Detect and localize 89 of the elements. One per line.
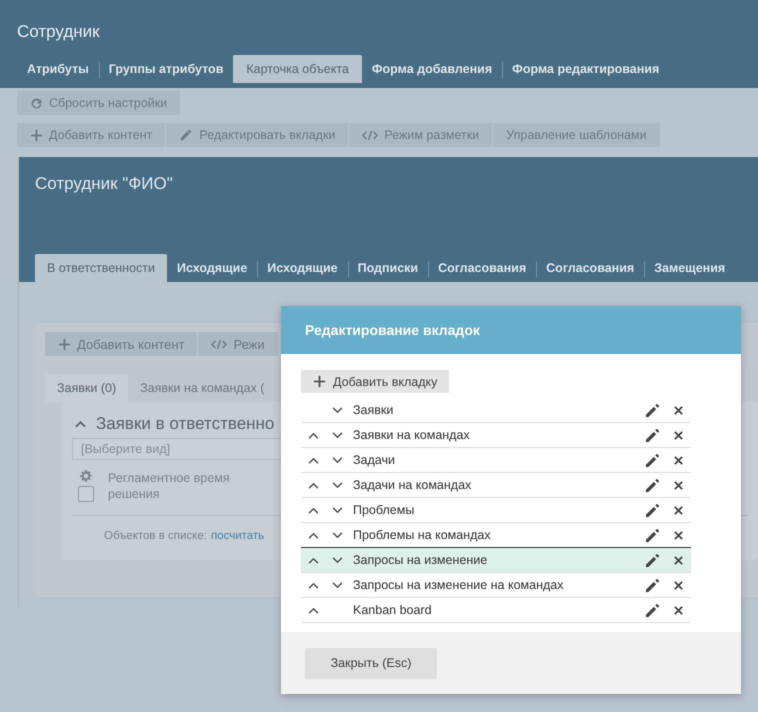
chevron-up-icon	[75, 420, 86, 428]
tab[interactable]: Замещения	[644, 254, 736, 282]
tab[interactable]: Заявки (0)	[45, 374, 128, 402]
chevron-up-icon[interactable]	[308, 532, 318, 538]
toolbar-button[interactable]: Добавить контент	[17, 123, 166, 147]
pencil-icon[interactable]	[645, 578, 660, 592]
tab-row[interactable]: Задачи	[301, 448, 691, 473]
close-icon[interactable]	[674, 456, 683, 464]
tab[interactable]: Согласования	[536, 254, 644, 282]
toolbar-button[interactable]: Режим разметки	[349, 123, 492, 147]
toolbar-button[interactable]: Управление шаблонами	[493, 123, 660, 147]
tab[interactable]: Заявки на командах (	[128, 374, 276, 402]
refresh-icon	[30, 96, 43, 110]
code-icon	[362, 128, 378, 142]
code-icon	[211, 338, 228, 350]
list-count-label: Объектов в списке:	[104, 530, 207, 542]
pencil-icon[interactable]	[645, 478, 660, 492]
tab[interactable]: Согласования	[428, 254, 536, 282]
chevron-down-icon[interactable]	[332, 456, 342, 464]
chevron-up-icon[interactable]	[308, 556, 318, 564]
pencil-icon[interactable]	[645, 402, 660, 418]
tab[interactable]: В ответственности	[35, 254, 167, 282]
close-icon[interactable]	[674, 530, 683, 540]
close-icon[interactable]	[674, 506, 683, 514]
tab-row[interactable]: Запросы на изменение	[301, 547, 691, 573]
chevron-down-icon[interactable]	[332, 432, 342, 438]
chevron-up-icon[interactable]	[308, 582, 318, 588]
pencil-icon[interactable]	[645, 428, 660, 442]
tab[interactable]: Атрибуты	[17, 55, 99, 83]
pencil-icon[interactable]	[645, 552, 660, 568]
toolbar-button[interactable]: Режи	[198, 332, 278, 356]
tab-row[interactable]: Запросы на изменение на командах	[301, 573, 691, 598]
page-title: Сотрудник	[17, 22, 101, 43]
tab-row[interactable]: Kanban board	[301, 598, 691, 623]
tab[interactable]: Форма редактирования	[502, 55, 670, 83]
toolbar-button[interactable]: Добавить контент	[45, 332, 198, 356]
close-icon[interactable]	[674, 480, 683, 490]
add-tab-button[interactable]: Добавить вкладку	[301, 370, 450, 393]
tab[interactable]: Исходящие	[166, 254, 258, 282]
tab-name: Проблемы	[352, 503, 416, 517]
pencil-icon[interactable]	[645, 502, 660, 518]
pencil-icon[interactable]	[645, 528, 660, 542]
chevron-up-icon[interactable]	[308, 456, 318, 464]
tab-name: Заявки	[352, 403, 394, 417]
tab[interactable]: Исходящие	[257, 254, 348, 282]
tab-row[interactable]: Заявки	[301, 398, 691, 423]
chevron-down-icon[interactable]	[332, 556, 342, 564]
tab-name: Задачи на командах	[352, 478, 472, 492]
close-icon[interactable]	[674, 606, 683, 614]
chevron-up-icon[interactable]	[308, 432, 318, 438]
tab[interactable]: Карточка объекта	[233, 55, 362, 83]
chevron-down-icon[interactable]	[332, 506, 342, 514]
column-header: Регламентное время решения	[108, 470, 231, 503]
tab[interactable]: Форма добавления	[362, 55, 502, 83]
pencil-icon	[179, 128, 194, 142]
chevron-down-icon[interactable]	[332, 406, 342, 414]
tab-row[interactable]: Проблемы	[301, 498, 691, 523]
checkbox[interactable]	[78, 486, 94, 502]
tab[interactable]: Группы атрибутов	[98, 55, 234, 83]
tab-name: Запросы на изменение	[352, 553, 488, 567]
pencil-icon[interactable]	[645, 602, 660, 618]
pencil-icon[interactable]	[645, 452, 660, 468]
chevron-up-icon[interactable]	[308, 506, 318, 514]
chevron-up-icon[interactable]	[308, 606, 318, 614]
plus-icon	[58, 338, 71, 350]
list-title: Заявки в ответственно	[96, 414, 274, 434]
chevron-down-icon[interactable]	[332, 532, 342, 538]
card-title: Сотрудник "ФИО"	[35, 174, 174, 194]
dialog-title: Редактирование вкладок	[305, 322, 480, 338]
plus-icon	[313, 375, 326, 388]
tab-name: Проблемы на командах	[352, 528, 492, 542]
tab-name: Kanban board	[352, 603, 433, 617]
chevron-up-icon[interactable]	[308, 482, 318, 488]
close-icon[interactable]	[674, 580, 683, 590]
close-icon[interactable]	[674, 556, 683, 564]
close-button[interactable]: Закрыть (Esc)	[305, 648, 437, 678]
close-icon[interactable]	[674, 430, 683, 440]
count-link[interactable]: посчитать	[210, 530, 264, 542]
reset-button[interactable]: Сбросить настройки	[17, 91, 180, 115]
chevron-down-icon[interactable]	[332, 482, 342, 488]
close-icon[interactable]	[674, 406, 683, 414]
toolbar-button[interactable]: Редактировать вкладки	[166, 123, 348, 147]
tab-row[interactable]: Задачи на командах	[301, 473, 691, 498]
tab[interactable]: Подписки	[348, 254, 428, 282]
tab-name: Запросы на изменение на командах	[352, 578, 564, 592]
settings-icon	[80, 470, 92, 482]
tab-row[interactable]: Заявки на командах	[301, 423, 691, 448]
plus-icon	[30, 128, 43, 142]
chevron-down-icon[interactable]	[332, 582, 342, 588]
